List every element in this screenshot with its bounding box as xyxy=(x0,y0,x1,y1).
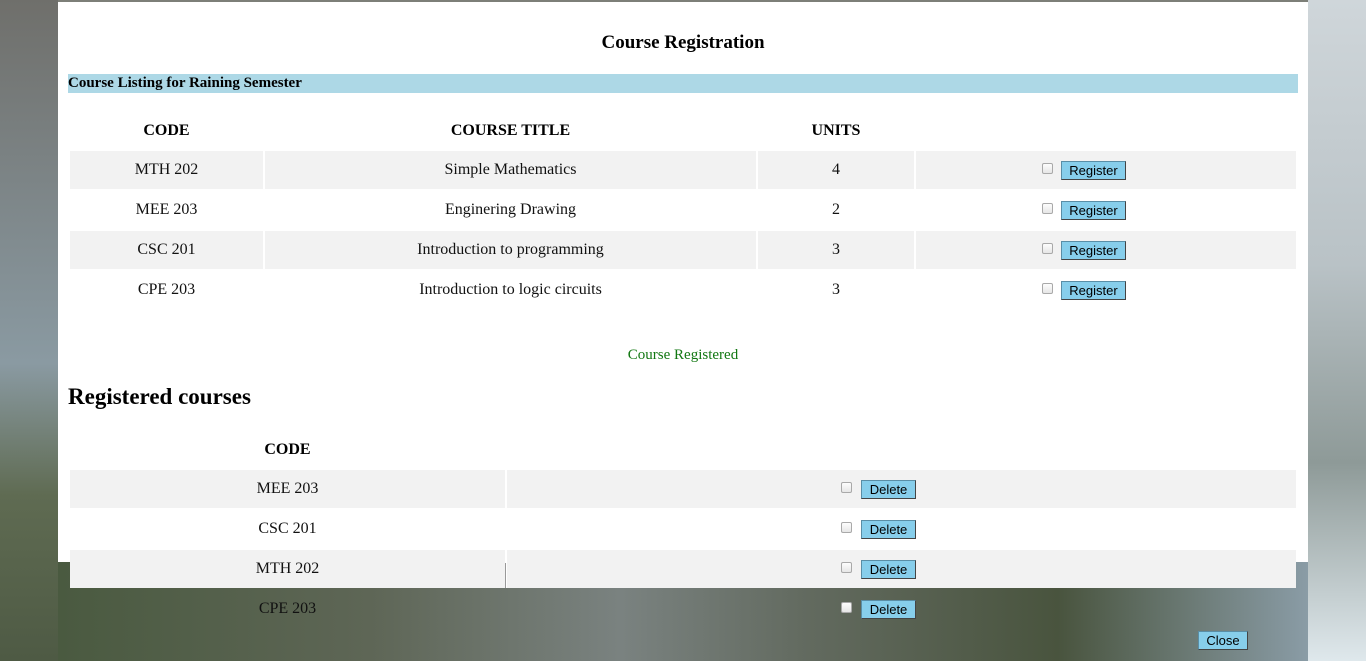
registered-row: CPE 203 Delete xyxy=(70,590,1296,628)
course-title: Introduction to logic circuits xyxy=(419,281,602,298)
course-title: Introduction to programming xyxy=(417,241,604,258)
close-button[interactable]: Close xyxy=(1198,631,1248,650)
column-divider xyxy=(505,563,506,588)
register-button[interactable]: Register xyxy=(1061,241,1126,260)
course-units: 3 xyxy=(832,281,840,298)
course-units: 4 xyxy=(832,161,840,178)
registered-row: MEE 203 Delete xyxy=(70,470,1296,508)
course-select-checkbox[interactable] xyxy=(1042,283,1053,294)
registered-select-checkbox[interactable] xyxy=(841,482,852,493)
delete-button[interactable]: Delete xyxy=(861,520,916,539)
course-row: MEE 203 Enginering Drawing 2 Register xyxy=(70,191,1296,229)
registered-select-checkbox[interactable] xyxy=(841,562,852,573)
delete-button[interactable]: Delete xyxy=(861,480,916,499)
delete-button[interactable]: Delete xyxy=(861,560,916,579)
column-header-course-title: COURSE TITLE xyxy=(450,122,571,139)
course-title: Simple Mathematics xyxy=(444,161,577,178)
registered-course-code: MEE 203 xyxy=(256,480,319,497)
registered-courses-heading: Registered courses xyxy=(68,384,251,409)
course-select-checkbox[interactable] xyxy=(1042,243,1053,254)
registered-course-code: MTH 202 xyxy=(255,560,320,577)
registered-course-code: CSC 201 xyxy=(258,520,317,537)
modal-title: Course Registration xyxy=(601,32,765,53)
registered-row: CSC 201 Delete xyxy=(70,510,1296,548)
background-right xyxy=(1308,0,1366,661)
course-units: 3 xyxy=(832,241,840,258)
course-row: CPE 203 Introduction to logic circuits 3… xyxy=(70,271,1296,309)
course-code: CPE 203 xyxy=(137,281,196,298)
course-code: MEE 203 xyxy=(135,201,198,218)
course-select-checkbox[interactable] xyxy=(1042,203,1053,214)
course-row: CSC 201 Introduction to programming 3 Re… xyxy=(70,231,1296,269)
course-title: Enginering Drawing xyxy=(444,201,577,218)
background-left xyxy=(0,0,58,661)
delete-button[interactable]: Delete xyxy=(861,600,916,619)
column-header-units: UNITS xyxy=(811,122,861,139)
registered-row: MTH 202 Delete xyxy=(70,550,1296,588)
registered-column-header-code: CODE xyxy=(264,441,311,458)
column-header-code: CODE xyxy=(143,122,190,139)
register-button[interactable]: Register xyxy=(1061,161,1126,180)
register-button[interactable]: Register xyxy=(1061,281,1126,300)
course-row: MTH 202 Simple Mathematics 4 Register xyxy=(70,151,1296,189)
registered-select-checkbox[interactable] xyxy=(841,522,852,533)
registered-course-code: CPE 203 xyxy=(258,600,317,617)
course-code: MTH 202 xyxy=(134,161,199,178)
course-select-checkbox[interactable] xyxy=(1042,163,1053,174)
status-message: Course Registered xyxy=(627,347,739,363)
course-listing-header: Course Listing for Raining Semester xyxy=(68,74,1298,93)
registered-select-checkbox[interactable] xyxy=(841,602,852,613)
course-code: CSC 201 xyxy=(137,241,196,258)
register-button[interactable]: Register xyxy=(1061,201,1126,220)
course-units: 2 xyxy=(832,201,840,218)
